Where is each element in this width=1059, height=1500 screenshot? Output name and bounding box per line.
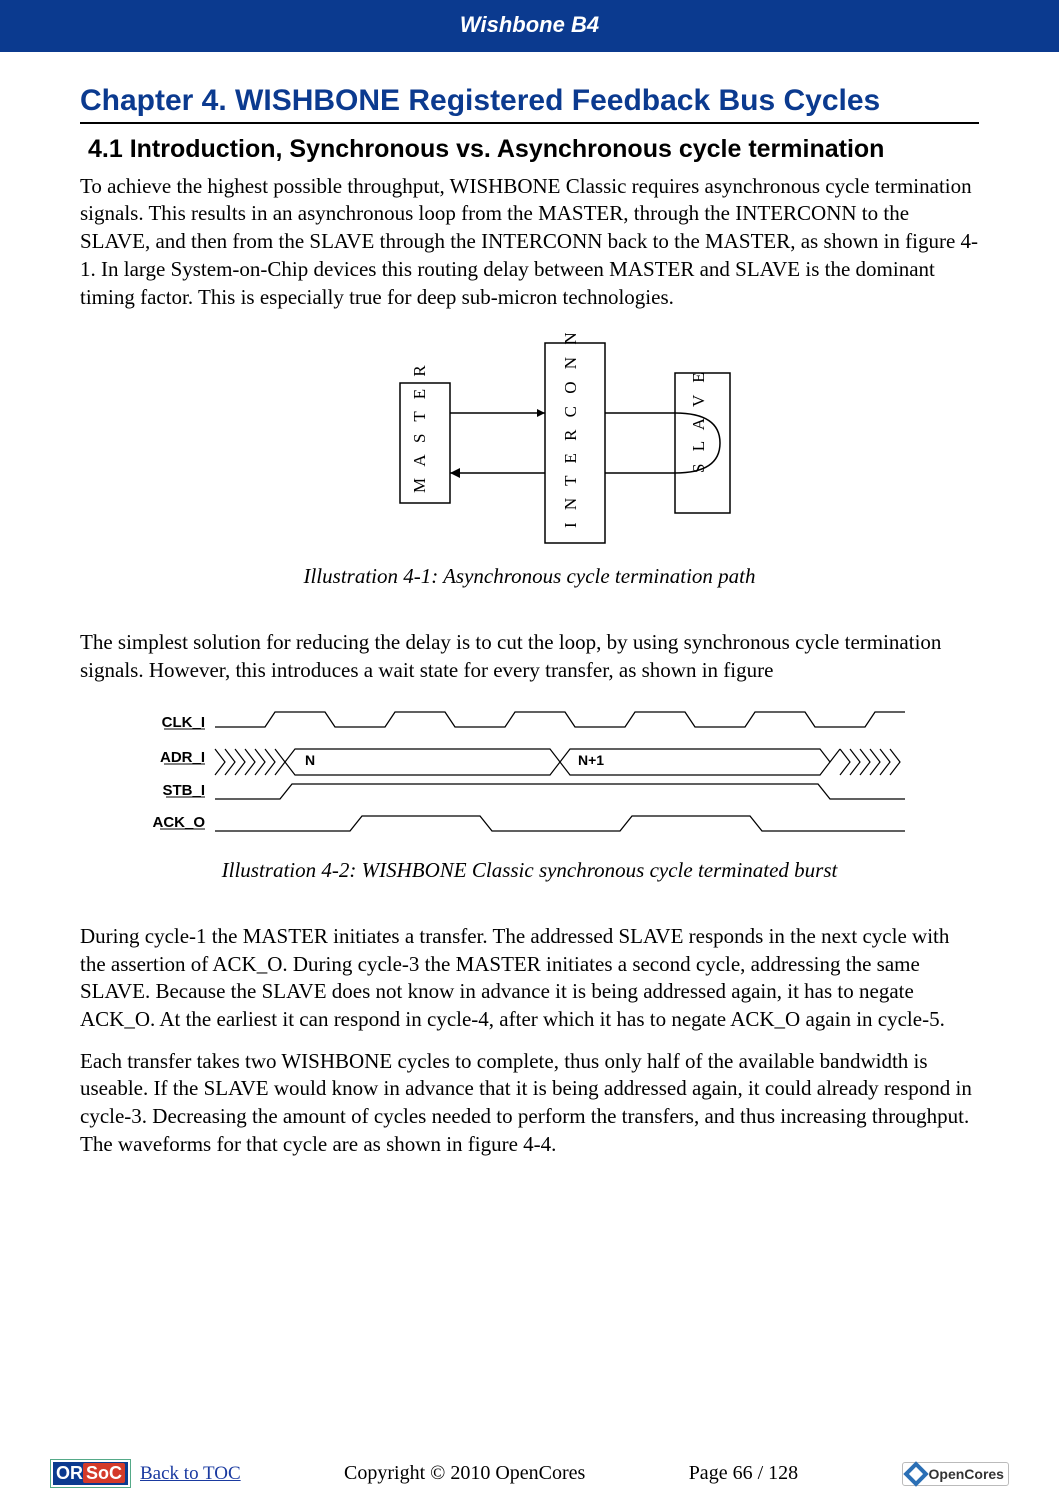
- footer-left: ORSoC Back to TOC: [50, 1459, 241, 1488]
- section-title: 4.1 Introduction, Synchronous vs. Asynch…: [80, 134, 979, 165]
- slave-label: S L A V E: [689, 369, 708, 474]
- footer-copyright: Copyright © 2010 OpenCores: [344, 1462, 585, 1485]
- diamond-icon: [903, 1461, 928, 1486]
- orsoc-logo: ORSoC: [50, 1459, 131, 1488]
- back-to-toc-link[interactable]: Back to TOC: [140, 1463, 241, 1484]
- footer-page-number: Page 66 / 128: [689, 1462, 798, 1485]
- signal-adr-label: ADR_I: [159, 749, 204, 766]
- figure-4-1-caption: Illustration 4-1: Asynchronous cycle ter…: [80, 564, 979, 589]
- adr-value-n1: N+1: [578, 752, 604, 768]
- adr-value-n: N: [305, 752, 315, 768]
- master-label: M A S T E R: [410, 362, 429, 494]
- block-diagram-svg: M A S T E R I N T E R C O N N S L A V E: [270, 333, 790, 553]
- timing-diagram-svg: CLK_I ADR_I STB_I ACK_O N: [150, 707, 910, 847]
- chapter-title: Chapter 4. WISHBONE Registered Feedback …: [80, 82, 979, 124]
- paragraph-4: Each transfer takes two WISHBONE cycles …: [80, 1048, 979, 1159]
- document-title: Wishbone B4: [460, 12, 599, 37]
- page-content: Chapter 4. WISHBONE Registered Feedback …: [0, 52, 1059, 1159]
- figure-4-2: CLK_I ADR_I STB_I ACK_O N: [80, 707, 979, 883]
- figure-4-2-caption: Illustration 4-2: WISHBONE Classic synch…: [80, 858, 979, 883]
- document-header: Wishbone B4: [0, 0, 1059, 52]
- paragraph-1: To achieve the highest possible throughp…: [80, 173, 979, 312]
- signal-clk-label: CLK_I: [161, 714, 204, 731]
- signal-ack-label: ACK_O: [152, 814, 205, 831]
- paragraph-2: The simplest solution for reducing the d…: [80, 629, 979, 684]
- figure-4-1: M A S T E R I N T E R C O N N S L A V E …: [80, 333, 979, 589]
- signal-stb-label: STB_I: [162, 782, 205, 799]
- paragraph-3: During cycle-1 the MASTER initiates a tr…: [80, 923, 979, 1034]
- interconn-label: I N T E R C O N N: [561, 333, 580, 528]
- opencores-logo: OpenCores: [902, 1462, 1009, 1486]
- page-footer: ORSoC Back to TOC Copyright © 2010 OpenC…: [0, 1459, 1059, 1488]
